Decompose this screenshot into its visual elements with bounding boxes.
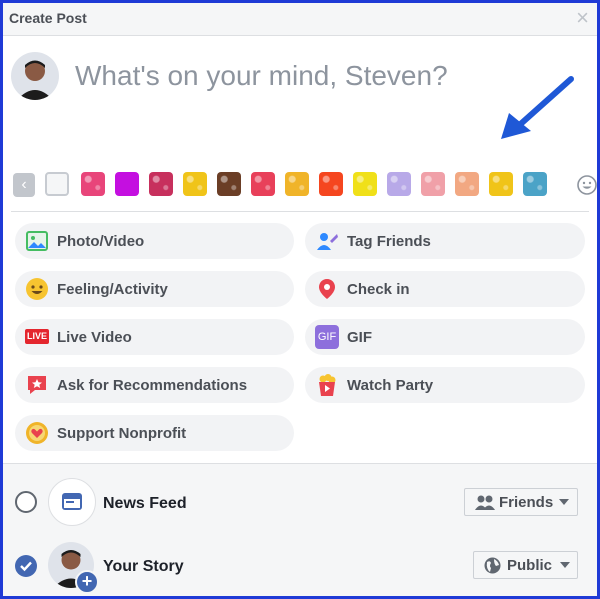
feeling-activity-label: Feeling/Activity [57, 281, 168, 298]
chevron-down-icon [559, 499, 569, 505]
swatch-purple[interactable] [115, 172, 139, 196]
support-nonprofit-button[interactable]: Support Nonprofit [15, 415, 294, 451]
feeling-activity-button[interactable]: Feeling/Activity [15, 271, 294, 307]
swatch-pattern-13[interactable] [523, 172, 547, 196]
smiley-icon[interactable] [577, 175, 597, 195]
ask-recommendations-label: Ask for Recommendations [57, 377, 248, 394]
gif-button[interactable]: GIF GIF [305, 319, 585, 355]
watch-party-button[interactable]: Watch Party [305, 367, 585, 403]
heart-coin-icon [26, 422, 48, 444]
swatch-pattern-12[interactable] [489, 172, 513, 196]
feeling-emoji-icon [26, 278, 48, 300]
friends-icon [475, 495, 495, 510]
swatch-white[interactable] [45, 172, 69, 196]
check-in-button[interactable]: Check in [305, 271, 585, 307]
dialog-title: Create Post [9, 10, 87, 26]
live-video-button[interactable]: LIVE Live Video [15, 319, 294, 355]
swatch-pattern-7[interactable] [319, 172, 343, 196]
tag-friends-button[interactable]: Tag Friends [305, 223, 585, 259]
divider [11, 211, 589, 212]
swatch-pattern-3[interactable] [183, 172, 207, 196]
share-destinations: News Feed Friends + Your Story Public [3, 463, 597, 596]
photo-video-label: Photo/Video [57, 233, 145, 250]
tag-friends-icon [317, 233, 338, 250]
annotation-arrow-icon [501, 76, 574, 139]
your-story-label: Your Story [103, 558, 184, 575]
swatch-pattern-11[interactable] [455, 172, 479, 196]
your-story-radio[interactable] [15, 555, 37, 577]
globe-icon [484, 557, 501, 574]
news-feed-radio[interactable] [15, 491, 37, 513]
tag-friends-label: Tag Friends [347, 233, 431, 250]
checkmark-icon [20, 561, 32, 572]
create-post-dialog: Create Post × What's on your mind, Steve… [0, 0, 600, 599]
news-feed-icon [62, 493, 82, 510]
dialog-header: Create Post × [3, 3, 597, 36]
swatch-pattern-1[interactable] [81, 172, 105, 196]
swatch-pattern-6[interactable] [285, 172, 309, 196]
watch-party-label: Watch Party [347, 377, 434, 394]
avatar [11, 52, 59, 100]
swatch-pattern-9[interactable] [387, 172, 411, 196]
live-video-label: Live Video [57, 329, 132, 346]
add-story-icon[interactable]: + [75, 570, 99, 594]
news-feed-audience-dropdown[interactable]: Friends [464, 488, 578, 516]
your-story-audience-dropdown[interactable]: Public [473, 551, 578, 579]
background-picker: ‹ [11, 169, 597, 201]
gif-label: GIF [347, 329, 372, 346]
swatch-pattern-2[interactable] [149, 172, 173, 196]
photo-video-button[interactable]: Photo/Video [15, 223, 294, 259]
recommendation-star-icon [28, 376, 46, 394]
photo-icon [26, 231, 48, 251]
popcorn-icon [319, 374, 336, 396]
location-pin-icon [319, 279, 335, 299]
check-in-label: Check in [347, 281, 410, 298]
close-icon[interactable]: × [576, 5, 589, 31]
gif-icon: GIF [315, 325, 339, 349]
friends-audience-label: Friends [499, 494, 554, 511]
ask-recommendations-button[interactable]: Ask for Recommendations [15, 367, 294, 403]
composer-input[interactable]: What's on your mind, Steven? [75, 60, 448, 92]
swatch-pattern-5[interactable] [251, 172, 275, 196]
swatch-pattern-4[interactable] [217, 172, 241, 196]
swatch-back-button[interactable]: ‹ [13, 173, 35, 197]
swatch-pattern-8[interactable] [353, 172, 377, 196]
news-feed-label: News Feed [103, 495, 187, 512]
news-feed-thumbnail [48, 478, 96, 526]
swatch-pattern-10[interactable] [421, 172, 445, 196]
chevron-down-icon [560, 562, 570, 568]
support-nonprofit-label: Support Nonprofit [57, 425, 187, 442]
live-badge-icon: LIVE [25, 329, 49, 344]
public-audience-label: Public [507, 557, 553, 574]
